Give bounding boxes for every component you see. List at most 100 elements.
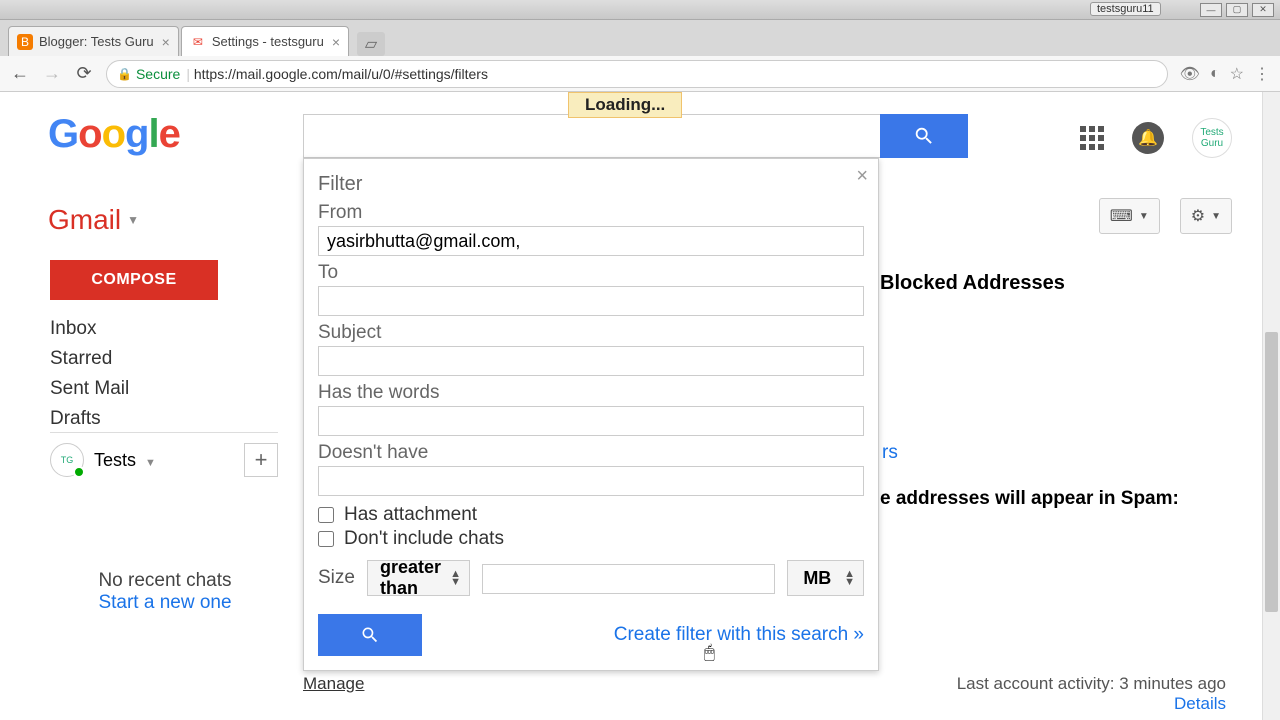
chevron-down-icon: ▼ (145, 457, 156, 469)
forward-button[interactable]: → (42, 64, 62, 84)
has-words-label: Has the words (318, 382, 864, 404)
doesnt-have-input[interactable] (318, 466, 864, 496)
mail-nav: Inbox Starred Sent Mail Drafts (50, 314, 129, 434)
hangouts-avatar[interactable]: TG (50, 443, 84, 477)
dont-include-chats-checkbox[interactable] (318, 531, 334, 547)
from-input[interactable] (318, 226, 864, 256)
nav-starred[interactable]: Starred (50, 344, 129, 374)
stepper-icon: ▲▼ (450, 570, 461, 586)
footer-activity: Last account activity: 3 minutes ago Det… (957, 674, 1226, 714)
address-bar[interactable]: 🔒 Secure | https://mail.google.com/mail/… (106, 60, 1168, 88)
eye-icon[interactable]: 👁 (1180, 64, 1200, 84)
manage-link[interactable]: Manage (303, 674, 364, 694)
nav-drafts[interactable]: Drafts (50, 404, 129, 434)
secure-label: Secure (136, 66, 180, 82)
new-conversation-button[interactable]: + (244, 443, 278, 477)
start-new-chat-link[interactable]: Start a new one (50, 592, 280, 614)
vertical-scrollbar[interactable] (1262, 92, 1280, 720)
detect-icon[interactable]: ◐ (1210, 65, 1220, 83)
details-link[interactable]: Details (957, 694, 1226, 714)
filter-title: Filter (318, 173, 864, 196)
hangouts-name: Tests (94, 450, 136, 470)
has-attachment-checkbox[interactable] (318, 507, 334, 523)
settings-tab-blocked[interactable]: Blocked Addresses (880, 272, 1065, 295)
nav-inbox[interactable]: Inbox (50, 314, 129, 344)
google-logo[interactable]: Google (48, 112, 180, 157)
browser-tab-strip: B Blogger: Tests Guru × ✉ Settings - tes… (0, 20, 1280, 56)
filter-dropdown-panel: × Filter From To Subject Has the words D… (303, 158, 879, 671)
blogger-favicon: B (17, 34, 33, 50)
has-attachment-label: Has attachment (344, 504, 477, 526)
settings-gear-button[interactable]: ⚙ ▼ (1180, 198, 1232, 234)
reload-button[interactable]: ⟳ (74, 64, 94, 84)
gmail-label-text: Gmail (48, 204, 121, 236)
tab-label: Settings - testsguru (212, 34, 324, 49)
chevron-down-icon: ▼ (1139, 211, 1149, 222)
create-filter-link[interactable]: Create filter with this search » (614, 624, 864, 646)
lock-icon: 🔒 (117, 67, 132, 81)
browser-menu-icon[interactable]: ⋮ (1254, 64, 1270, 84)
gmail-app: Google 🔔 Tests Guru Gmail ▼ ⌨ ▼ ⚙ ▼ COMP… (0, 92, 1262, 720)
compose-button[interactable]: COMPOSE (50, 260, 218, 300)
settings-toolbar: ⌨ ▼ ⚙ ▼ (1099, 198, 1232, 234)
notifications-icon[interactable]: 🔔 (1132, 122, 1164, 154)
window-maximize-button[interactable]: ▢ (1226, 3, 1248, 17)
hangouts-empty: No recent chats Start a new one (50, 570, 280, 614)
search-button[interactable] (880, 114, 968, 158)
account-avatar[interactable]: Tests Guru (1192, 118, 1232, 158)
hangouts-name-dropdown[interactable]: Tests ▼ (94, 450, 156, 471)
tab-close-icon[interactable]: × (162, 34, 170, 50)
new-tab-button[interactable]: ▱ (357, 32, 385, 56)
filter-search-button[interactable] (318, 614, 422, 656)
search-input[interactable] (303, 114, 880, 158)
dont-include-chats-label: Don't include chats (344, 528, 504, 550)
hangouts-section: TG Tests ▼ + (50, 432, 278, 477)
back-button[interactable]: ← (10, 64, 30, 84)
stepper-icon: ▲▼ (844, 570, 855, 586)
hangouts-empty-line1: No recent chats (50, 570, 280, 592)
filters-partial-link[interactable]: rs (882, 442, 898, 464)
has-words-input[interactable] (318, 406, 864, 436)
subject-label: Subject (318, 322, 864, 344)
mouse-cursor-icon: 🖱 (704, 642, 715, 663)
search-bar (303, 114, 968, 158)
to-label: To (318, 262, 864, 284)
chevron-down-icon: ▼ (1211, 211, 1221, 222)
size-label: Size (318, 567, 355, 589)
from-label: From (318, 202, 864, 224)
size-operator-value: greater than (380, 557, 441, 599)
to-input[interactable] (318, 286, 864, 316)
search-icon (913, 125, 935, 147)
browser-tab-gmail-settings[interactable]: ✉ Settings - testsguru × (181, 26, 349, 56)
tab-close-icon[interactable]: × (332, 34, 340, 50)
close-panel-button[interactable]: × (856, 165, 868, 188)
browser-tab-blogger[interactable]: B Blogger: Tests Guru × (8, 26, 179, 56)
scrollbar-thumb[interactable] (1265, 332, 1278, 612)
browser-toolbar: ← → ⟳ 🔒 Secure | https://mail.google.com… (0, 56, 1280, 92)
window-close-button[interactable]: ✕ (1252, 3, 1274, 17)
size-operator-select[interactable]: greater than ▲▼ (367, 560, 470, 596)
spam-note-partial: e addresses will appear in Spam: (880, 488, 1179, 510)
last-activity-text: Last account activity: 3 minutes ago (957, 674, 1226, 694)
size-unit-select[interactable]: MB ▲▼ (787, 560, 864, 596)
doesnt-have-label: Doesn't have (318, 442, 864, 464)
gmail-favicon: ✉ (190, 34, 206, 50)
window-minimize-button[interactable]: — (1200, 3, 1222, 17)
apps-grid-icon[interactable] (1080, 126, 1104, 150)
size-value-input[interactable] (482, 564, 775, 594)
chevron-down-icon: ▼ (127, 213, 139, 227)
tab-label: Blogger: Tests Guru (39, 34, 154, 49)
search-icon (360, 625, 380, 645)
size-unit-value: MB (803, 568, 831, 589)
url-text: https://mail.google.com/mail/u/0/#settin… (194, 66, 488, 82)
nav-sent-mail[interactable]: Sent Mail (50, 374, 129, 404)
loading-banner: Loading... (568, 92, 682, 118)
header-icons: 🔔 Tests Guru (1080, 118, 1232, 158)
input-tools-button[interactable]: ⌨ ▼ (1099, 198, 1160, 234)
subject-input[interactable] (318, 346, 864, 376)
presence-indicator-icon (73, 466, 85, 478)
keyboard-icon: ⌨ (1110, 206, 1133, 226)
bookmark-star-icon[interactable]: ☆ (1230, 64, 1244, 84)
gear-icon: ⚙ (1191, 206, 1205, 226)
gmail-dropdown[interactable]: Gmail ▼ (48, 204, 139, 236)
